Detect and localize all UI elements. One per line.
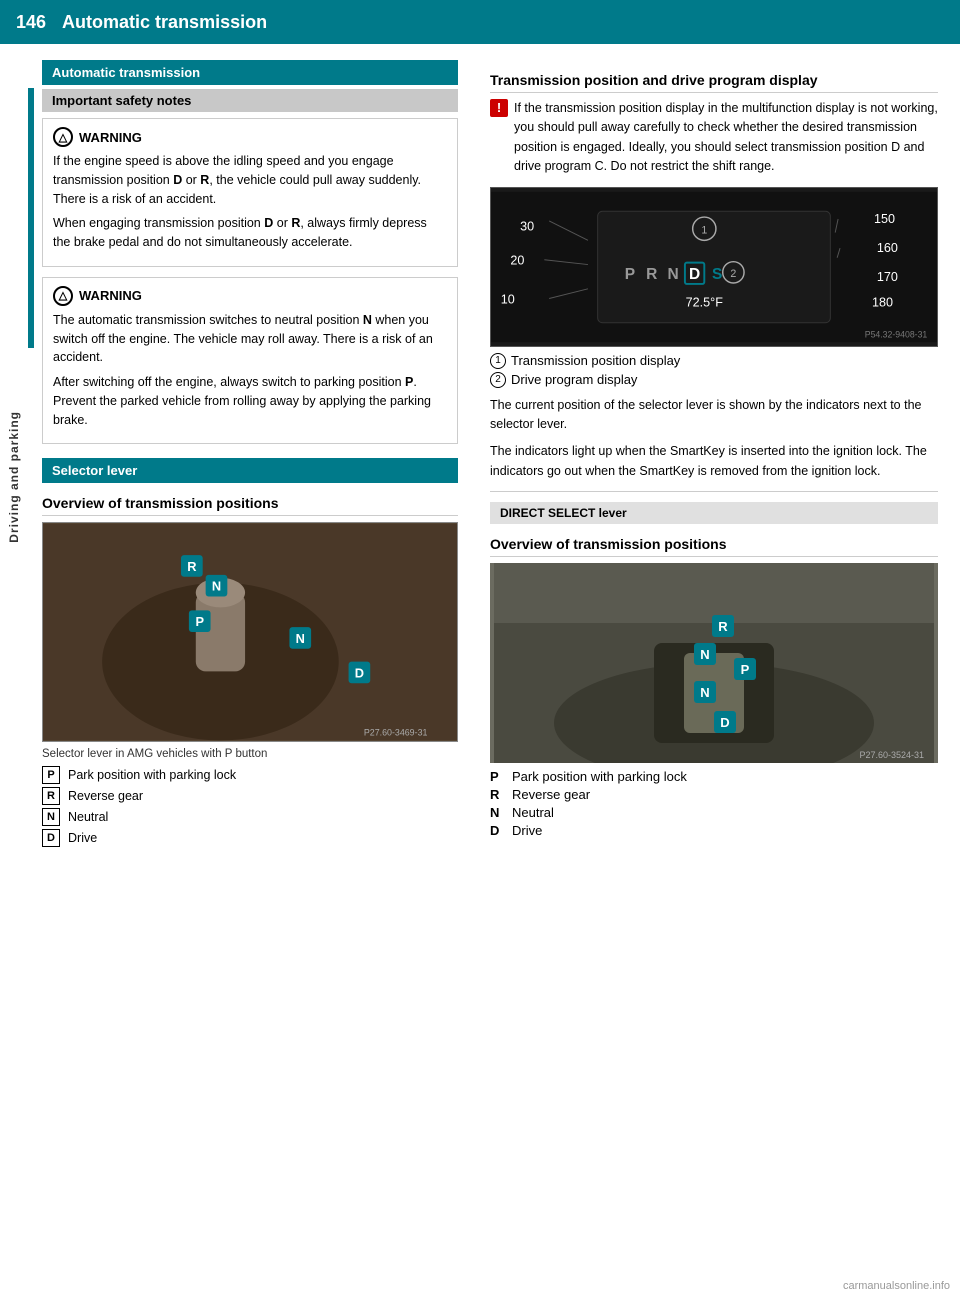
main-content: Automatic transmission Important safety … [34,44,960,866]
svg-text:150: 150 [874,211,895,225]
svg-text:170: 170 [877,270,898,284]
info-warning-display: ! If the transmission position display i… [490,99,938,177]
svg-text:N: N [700,647,709,662]
right-column: Transmission position and drive program … [474,60,954,850]
legend-item-N: N Neutral [42,808,458,826]
legend-text-N: Neutral [68,810,108,824]
legend-item-D: D Drive [42,829,458,847]
svg-text:2: 2 [730,268,736,280]
svg-text:S: S [712,266,722,283]
direct-select-image: R N P N D P27.60-3524-31 [490,563,938,763]
svg-text:72.5°F: 72.5°F [686,295,724,309]
ds-text-D: Drive [512,823,542,838]
svg-text:D: D [689,266,700,283]
info-warning-text: If the transmission position display in … [514,99,938,177]
svg-text:R: R [646,266,657,283]
section-header-safety-notes: Important safety notes [42,89,458,112]
svg-text:N: N [296,631,305,646]
badge-P: P [42,766,60,784]
sidebar-label-text: Driving and parking [7,411,21,543]
svg-text:P: P [741,662,750,677]
overview-title-right: Overview of transmission positions [490,536,938,557]
display-annotations: 1 Transmission position display 2 Drive … [490,353,938,388]
ds-text-P: Park position with parking lock [512,769,687,784]
svg-text:R: R [718,619,728,634]
annotation-1: 1 Transmission position display [490,353,938,369]
ds-key-N: N [490,805,504,820]
svg-text:P27.60-3469-31: P27.60-3469-31 [364,728,428,738]
display-svg: 30 20 10 1 P R N [491,188,937,346]
warning-title-2: △ WARNING [53,286,447,306]
ds-text-R: Reverse gear [512,787,590,802]
svg-text:N: N [212,579,221,594]
svg-text:N: N [667,266,678,283]
legend-item-P: P Park position with parking lock [42,766,458,784]
sidebar-label: Driving and parking [0,88,28,866]
ds-text-N: Neutral [512,805,554,820]
legend-text-P: Park position with parking lock [68,768,236,782]
page-title: Automatic transmission [62,12,267,33]
body-text-1: The current position of the selector lev… [490,396,938,435]
ds-legend-N: N Neutral [490,805,938,820]
warning-title-1: △ WARNING [53,127,447,147]
annotation-1-text: Transmission position display [511,353,680,368]
warning-box-1: △ WARNING If the engine speed is above t… [42,118,458,267]
annotation-2: 2 Drive program display [490,372,938,388]
legend-text-D: Drive [68,831,97,845]
svg-text:30: 30 [520,219,534,233]
svg-text:D: D [720,715,729,730]
warning-triangle-icon-1: △ [53,127,73,147]
svg-text:N: N [700,685,709,700]
badge-R: R [42,787,60,805]
svg-text:10: 10 [501,292,515,306]
overview-title-left: Overview of transmission positions [42,495,458,516]
section-header-direct-select: DIRECT SELECT lever [490,502,938,524]
warning-box-2: △ WARNING The automatic transmission swi… [42,277,458,445]
svg-text:1: 1 [701,224,707,236]
ds-legend-D: D Drive [490,823,938,838]
warning-triangle-icon-2: △ [53,286,73,306]
circle-1: 1 [490,353,506,369]
svg-text:P: P [625,266,635,283]
page-number: 146 [16,12,46,33]
transmission-display-title: Transmission position and drive program … [490,72,938,93]
svg-text:160: 160 [877,240,898,254]
svg-text:P: P [195,614,204,629]
section-header-automatic-transmission: Automatic transmission [42,60,458,85]
badge-N: N [42,808,60,826]
svg-text:180: 180 [872,295,893,309]
legend-item-R: R Reverse gear [42,787,458,805]
svg-text:P27.60-3524-31: P27.60-3524-31 [859,750,924,760]
badge-D: D [42,829,60,847]
left-column: Automatic transmission Important safety … [34,60,474,850]
exclaim-icon: ! [490,99,508,117]
warning-text-1a: If the engine speed is above the idling … [53,152,447,208]
section-header-selector-lever: Selector lever [42,458,458,483]
legend-text-R: Reverse gear [68,789,143,803]
ds-legend-P: P Park position with parking lock [490,769,938,784]
ds-key-P: P [490,769,504,784]
circle-2: 2 [490,372,506,388]
multifunction-display-image: 30 20 10 1 P R N [490,187,938,347]
svg-text:P54.32-9408-31: P54.32-9408-31 [865,329,928,339]
direct-select-legend: P Park position with parking lock R Reve… [490,769,938,838]
svg-text:R: R [187,559,196,574]
page-header: 146 Automatic transmission [0,0,960,44]
divider-1 [490,491,938,492]
svg-text:20: 20 [510,253,524,267]
warning-text-2b: After switching off the engine, always s… [53,373,447,429]
img-caption-selector: Selector lever in AMG vehicles with P bu… [42,748,458,760]
warning-text-1b: When engaging transmission position D or… [53,214,447,252]
annotation-2-text: Drive program display [511,372,637,387]
ds-legend-R: R Reverse gear [490,787,938,802]
ds-key-D: D [490,823,504,838]
selector-lever-svg: R N P N D P27.60-3469-31 [43,523,457,741]
svg-text:D: D [355,666,364,681]
ds-key-R: R [490,787,504,802]
direct-select-svg: R N P N D P27.60-3524-31 [490,563,938,763]
warning-text-2a: The automatic transmission switches to n… [53,311,447,367]
selector-lever-image: R N P N D P27.60-3469-31 [42,522,458,742]
body-text-2: The indicators light up when the SmartKe… [490,442,938,481]
watermark: carmanualsonline.info [843,1280,950,1292]
